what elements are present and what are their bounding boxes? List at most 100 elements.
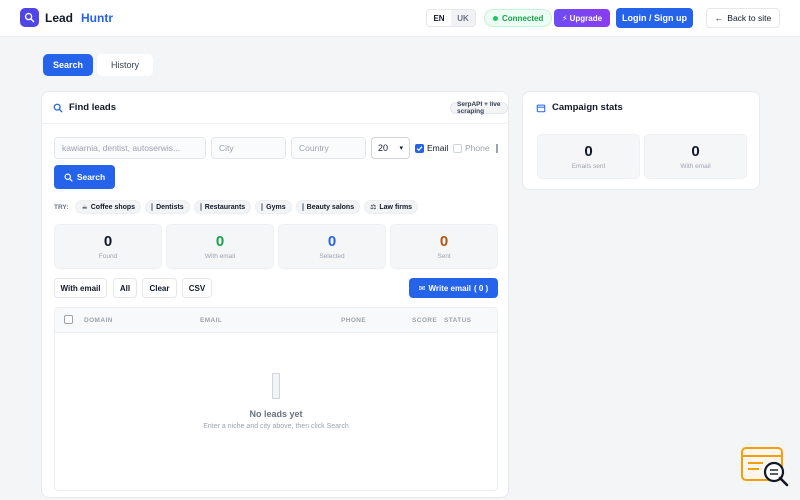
stat-sent: 0 Sent [390,224,498,269]
column-email[interactable]: EMAIL [200,317,222,324]
stat-with-email: 0 With email [166,224,274,269]
stat-with-email-label: With email [204,252,236,260]
brand-accent: Huntr [81,10,114,25]
back-label: Back to site [727,13,772,23]
lipstick-icon [301,203,304,211]
search-icon [53,103,63,113]
lightning-icon: ⚡ [561,13,568,23]
column-score[interactable]: SCORE [412,317,437,324]
try-label: TRY: [54,203,69,211]
email-checkbox[interactable]: Email [415,143,448,153]
stat-found: 0 Found [54,224,162,269]
find-leads-card: Find leads SerpAPI + live scraping kawia… [41,91,509,498]
tab-search[interactable]: Search [43,54,93,76]
suggestion-chip[interactable]: Beauty salons [295,200,361,214]
checkbox-unchecked-icon [453,143,462,153]
stat-sent-value: 0 [439,232,449,250]
stat-with-email-value: 0 [215,232,225,250]
language-switcher: EN UK [426,9,476,27]
connection-status-label: Connected [502,13,544,23]
divider [42,123,508,124]
search-logo-icon [20,8,39,27]
find-leads-header: Find leads [53,102,116,113]
suggestion-label: Coffee shops [90,203,136,211]
campaign-stats-title: Campaign stats [552,102,623,113]
empty-clipboard-icon [272,373,280,399]
stat-selected: 0 Selected [278,224,386,269]
campaign-stats-card: Campaign stats 0 Emails sent 0 With emai… [522,91,760,190]
scales-icon: ⚖ [370,204,377,211]
stat-sent-label: Sent [437,252,451,260]
checkbox-checked-icon [415,143,424,153]
suggestion-label: Gyms [266,203,286,211]
results-count-select[interactable]: 20 ▾ [371,137,410,159]
empty-state-subtitle: Enter a niche and city above, then click… [203,423,349,430]
suggestion-chip[interactable]: ⚖ Law firms [364,200,419,214]
stat-campaign-with-email: 0 With email [644,134,747,179]
column-domain[interactable]: DOMAIN [84,317,113,324]
stat-campaign-with-email-value: 0 [691,142,700,160]
suggestions-row: TRY: ☕ Coffee shops Dentists Restaurants… [54,200,419,214]
column-status[interactable]: STATUS [444,317,471,324]
source-badge: SerpAPI + live scraping [450,101,508,115]
upgrade-button[interactable]: ⚡ Upgrade [554,9,610,27]
write-email-label: Write email [428,283,471,293]
write-email-button[interactable]: ✉ Write email ( 0 ) [409,278,498,298]
stat-emails-sent: 0 Emails sent [537,134,640,179]
select-all-checkbox[interactable] [64,315,73,324]
column-phone[interactable]: PHONE [341,317,366,324]
login-button[interactable]: Login / Sign up [616,8,693,28]
mail-icon: ✉ [418,283,426,293]
stat-found-value: 0 [103,232,113,250]
arrow-left-icon: ← [714,13,724,23]
campaign-stats-header: Campaign stats [536,102,623,113]
language-en[interactable]: EN [427,10,451,26]
stat-emails-sent-label: Emails sent [571,162,606,170]
search-icon [64,173,73,182]
search-button[interactable]: Search [54,165,115,189]
csv-export-button[interactable]: CSV [182,278,212,298]
table-header: DOMAIN EMAIL PHONE SCORE STATUS [55,308,497,333]
empty-state-title: No leads yet [249,409,303,419]
find-leads-title: Find leads [69,102,116,113]
leads-table: DOMAIN EMAIL PHONE SCORE STATUS No leads… [54,307,498,491]
city-input[interactable]: City [211,137,286,159]
back-to-site-button[interactable]: ← Back to site [706,8,780,28]
suggestion-label: Restaurants [204,203,246,211]
suggestion-chip[interactable]: Restaurants [193,200,252,214]
dumbbell-icon [261,203,264,211]
filter-all-button[interactable]: All [113,278,137,298]
plate-icon [199,203,202,211]
suggestion-chip[interactable]: ☕ Coffee shops [75,200,142,214]
phone-icon [495,143,498,153]
search-button-label: Search [76,172,106,182]
write-email-count: ( 0 ) [474,283,489,293]
tooth-icon [151,203,154,211]
main-tabs: Search History [40,53,153,77]
stat-selected-value: 0 [327,232,337,250]
suggestion-label: Dentists [156,203,184,211]
phone-checkbox[interactable]: Phone [453,143,498,153]
stat-selected-label: Selected [319,252,345,260]
top-bar: Lead Huntr EN UK Connected ⚡ Upgrade Log… [0,0,800,37]
calendar-icon [536,104,546,112]
upgrade-label: Upgrade [569,13,603,23]
niche-input[interactable]: kawiarnia, dentist, autoserwis... [54,137,206,159]
clear-button[interactable]: Clear [142,278,177,298]
chevron-down-icon: ▾ [399,145,403,152]
suggestion-label: Beauty salons [306,203,355,211]
suggestion-chip[interactable]: Gyms [255,200,292,214]
tab-history[interactable]: History [97,54,153,76]
brand[interactable]: Lead Huntr [20,8,113,27]
email-checkbox-label: Email [427,143,449,153]
language-uk[interactable]: UK [451,10,475,26]
floating-helper-icon[interactable] [739,445,791,489]
country-input[interactable]: Country [291,137,366,159]
stat-campaign-with-email-label: With email [680,162,711,170]
suggestion-chip[interactable]: Dentists [145,200,190,214]
stat-found-label: Found [98,252,118,260]
filter-with-email-button[interactable]: With email [54,278,107,298]
status-dot-icon [493,15,498,21]
stat-emails-sent-value: 0 [584,142,593,160]
coffee-icon: ☕ [81,204,88,211]
